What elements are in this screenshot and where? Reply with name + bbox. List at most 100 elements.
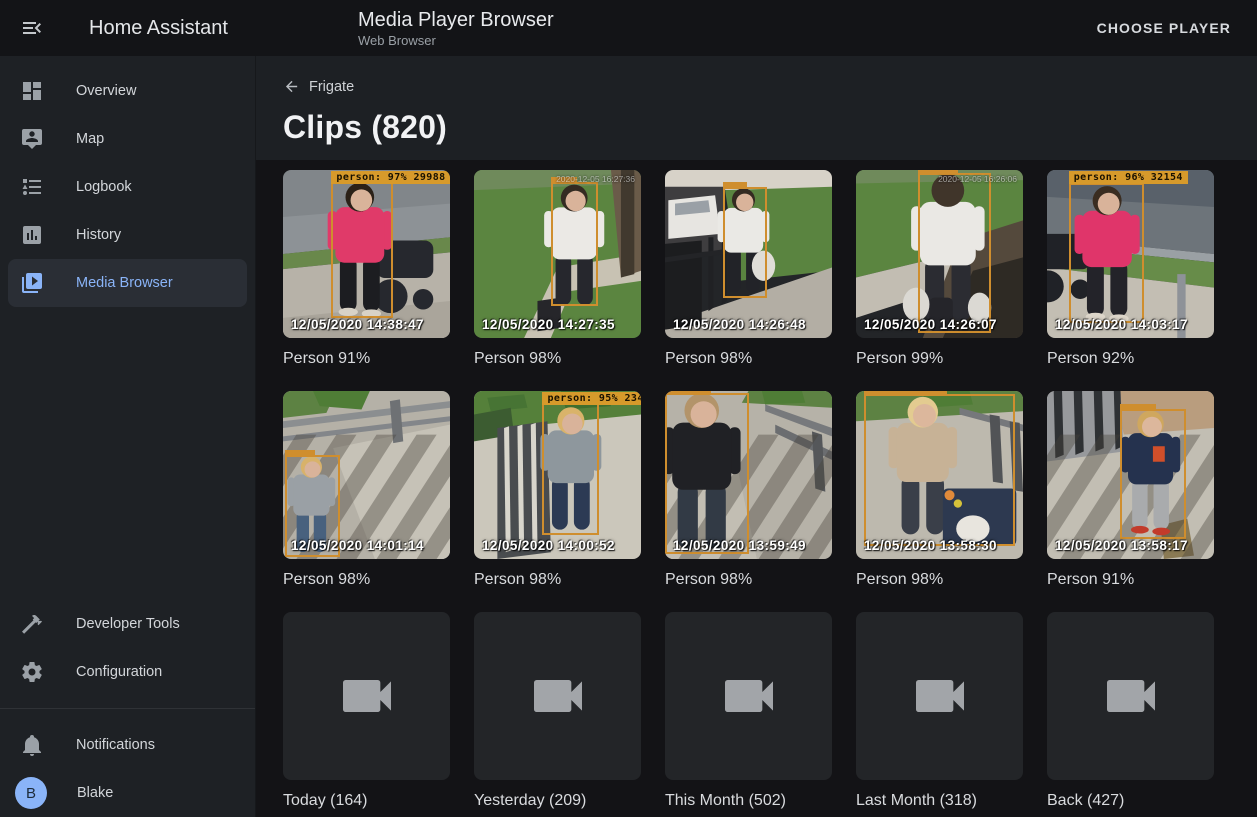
sidebar-item-label: Configuration [76, 664, 162, 680]
clip-card[interactable]: 2020-12-05 16:26:06 12/05/2020 14:26:07 P… [856, 170, 1023, 369]
sidebar-spacer [0, 307, 255, 600]
sidebar-profile[interactable]: B Blake [8, 769, 247, 817]
clip-card[interactable]: person: 96% 32154 12/05/2020 14:03:17 Per… [1047, 170, 1214, 369]
header-sidebar-section: Home Assistant [0, 16, 256, 40]
clip-thumbnail: 12/05/2020 13:59:49 [665, 391, 832, 559]
folder-thumbnail [283, 612, 450, 780]
browser-body: person: 97% 2998812/05/2020 14:38:47 Per… [256, 160, 1257, 817]
detection-tag-small [665, 391, 711, 393]
folder-card-last-month-[interactable]: Last Month (318) [856, 612, 1023, 811]
sidebar-item-media-browser[interactable]: Media Browser [8, 259, 247, 307]
clip-thumbnail: 12/05/2020 14:01:14 [283, 391, 450, 559]
detection-tag: person: 96% 32154 [1069, 171, 1188, 184]
clip-timestamp: 12/05/2020 14:26:48 [673, 317, 806, 332]
sidebar-item-overview[interactable]: Overview [8, 67, 247, 115]
folder-thumbnail [665, 612, 832, 780]
user-avatar: B [15, 777, 47, 809]
sidebar-divider [0, 708, 255, 709]
clip-thumbnail: 12/05/2020 13:58:17 [1047, 391, 1214, 559]
user-name: Blake [77, 785, 113, 801]
detection-box [723, 187, 766, 298]
clip-timestamp: 12/05/2020 14:01:14 [291, 538, 424, 553]
clip-timestamp: 12/05/2020 14:26:07 [864, 317, 997, 332]
back-button[interactable]: Frigate [283, 78, 354, 95]
home-assistant-app: Home Assistant Media Player Browser Web … [0, 0, 1257, 817]
clip-title: Person 98% [283, 570, 450, 590]
clip-card[interactable]: person: 95% 23432 12/05/2020 14:00:52 Per… [474, 391, 641, 590]
detection-box [542, 403, 599, 536]
sidebar-item-map[interactable]: Map [8, 115, 247, 163]
folder-card-yesterday-[interactable]: Yesterday (209) [474, 612, 641, 811]
folder-label: Last Month (318) [856, 791, 1023, 811]
page-title: Media Player Browser [358, 8, 554, 33]
clip-title: Person 99% [856, 349, 1023, 369]
clip-card[interactable]: 2020-12-05 16:27:3612/05/2020 14:27:35 P… [474, 170, 641, 369]
sidebar-item-developer-tools[interactable]: Developer Tools [8, 600, 247, 648]
page-subtitle: Web Browser [358, 33, 554, 49]
tooltip-account-icon [20, 127, 44, 151]
clip-title: Person 92% [1047, 349, 1214, 369]
camera-timestamp: 2020-12-05 16:27:36 [556, 174, 635, 184]
detection-box [551, 182, 598, 306]
detection-tag-small [723, 182, 747, 187]
clip-title: Person 98% [856, 570, 1023, 590]
clip-timestamp: 12/05/2020 13:58:17 [1055, 538, 1188, 553]
video-camera-icon [1099, 664, 1163, 728]
clip-thumbnail: person: 97% 2998812/05/2020 14:38:47 [283, 170, 450, 338]
detection-box [331, 180, 393, 318]
video-camera-icon [908, 664, 972, 728]
clip-title: Person 98% [474, 570, 641, 590]
clip-card[interactable]: 12/05/2020 14:01:14 Person 98% [283, 391, 450, 590]
folder-card-back-[interactable]: Back (427) [1047, 612, 1214, 811]
browser-header: Frigate Clips (820) [256, 56, 1257, 160]
play-box-multiple-icon [20, 271, 44, 295]
back-label: Frigate [309, 79, 354, 95]
bell-icon [20, 733, 44, 757]
clip-timestamp: 12/05/2020 14:00:52 [482, 538, 615, 553]
detection-tag: person: 95% 23432 [542, 392, 641, 405]
clip-card[interactable]: 12/05/2020 13:58:30 Person 98% [856, 391, 1023, 590]
sidebar-item-logbook[interactable]: Logbook [8, 163, 247, 211]
detection-box [1120, 409, 1185, 538]
clip-thumbnail: person: 96% 32154 12/05/2020 14:03:17 [1047, 170, 1214, 338]
clip-title: Person 98% [474, 349, 641, 369]
app-header: Home Assistant Media Player Browser Web … [0, 0, 1257, 56]
video-camera-icon [526, 664, 590, 728]
clip-title: Person 98% [665, 349, 832, 369]
folder-card-today-[interactable]: Today (164) [283, 612, 450, 811]
sidebar: Overview Map Logbook History Media Brows… [0, 56, 256, 817]
clip-timestamp: 12/05/2020 13:58:30 [864, 538, 997, 553]
clip-card[interactable]: 12/05/2020 13:59:49 Person 98% [665, 391, 832, 590]
clip-card[interactable]: 12/05/2020 13:58:17 Person 91% [1047, 391, 1214, 590]
sidebar-item-notifications[interactable]: Notifications [8, 721, 247, 769]
camera-timestamp: 2020-12-05 16:26:06 [938, 174, 1017, 184]
clip-timestamp: 12/05/2020 14:03:17 [1055, 317, 1188, 332]
sidebar-item-label: Media Browser [76, 275, 173, 291]
clip-card[interactable]: 12/05/2020 14:26:48 Person 98% [665, 170, 832, 369]
folder-label: Yesterday (209) [474, 791, 641, 811]
detection-tag-small [1120, 404, 1156, 409]
poll-box-icon [20, 223, 44, 247]
choose-player-button[interactable]: CHOOSE PLAYER [1087, 12, 1241, 44]
sidebar-item-configuration[interactable]: Configuration [8, 648, 247, 696]
clip-timestamp: 12/05/2020 14:38:47 [291, 317, 424, 332]
app-title: Home Assistant [89, 17, 228, 40]
clip-thumbnail: 12/05/2020 14:26:48 [665, 170, 832, 338]
format-list-icon [20, 175, 44, 199]
sidebar-item-label: Overview [76, 83, 136, 99]
folder-label: Today (164) [283, 791, 450, 811]
sidebar-item-history[interactable]: History [8, 211, 247, 259]
folder-card-this-month-[interactable]: This Month (502) [665, 612, 832, 811]
sidebar-item-label: History [76, 227, 121, 243]
detection-box [665, 393, 749, 554]
video-camera-icon [335, 664, 399, 728]
folder-thumbnail [474, 612, 641, 780]
folder-label: Back (427) [1047, 791, 1214, 811]
sidebar-footer-list: Notifications B Blake [0, 721, 255, 817]
clip-card[interactable]: person: 97% 2998812/05/2020 14:38:47 Per… [283, 170, 450, 369]
detection-box [918, 173, 991, 333]
sidebar-toggle-icon[interactable] [20, 16, 44, 40]
arrow-left-icon [283, 78, 300, 95]
view-dashboard-icon [20, 79, 44, 103]
sidebar-item-label: Notifications [76, 737, 155, 753]
